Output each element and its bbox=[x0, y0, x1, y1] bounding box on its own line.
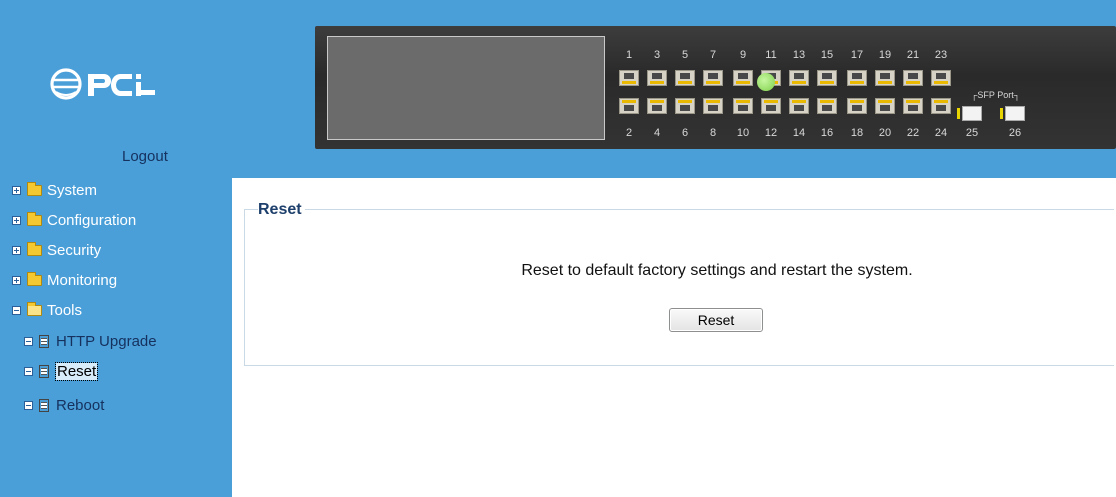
collapse-icon[interactable] bbox=[12, 305, 21, 315]
sidebar-item-label: Configuration bbox=[47, 211, 137, 229]
page-icon bbox=[39, 334, 49, 348]
panel-display-window bbox=[327, 36, 605, 140]
port-number: 4 bbox=[653, 127, 661, 139]
sfp-led bbox=[1000, 108, 1003, 119]
sidebar-item-reset[interactable]: Reset bbox=[24, 361, 99, 381]
port-number: 21 bbox=[906, 49, 920, 61]
expand-icon[interactable] bbox=[12, 185, 21, 195]
section-title: Reset bbox=[258, 201, 305, 219]
port-number: 24 bbox=[934, 127, 948, 139]
port-number: 12 bbox=[764, 127, 778, 139]
sfp-port-number: 26 bbox=[1008, 127, 1022, 139]
ethernet-port-24[interactable] bbox=[931, 98, 951, 114]
logout-link[interactable]: Logout bbox=[122, 148, 168, 165]
ethernet-port-10[interactable] bbox=[733, 98, 753, 114]
port-number: 7 bbox=[709, 49, 717, 61]
sfp-port-26[interactable] bbox=[1005, 106, 1025, 121]
sidebar-item-monitoring[interactable]: Monitoring bbox=[12, 270, 117, 290]
sidebar-item-tools[interactable]: Tools bbox=[12, 300, 82, 320]
ethernet-port-16[interactable] bbox=[817, 98, 837, 114]
sidebar-item-label: Security bbox=[47, 241, 102, 259]
ethernet-port-6[interactable] bbox=[675, 98, 695, 114]
switch-front-panel: 1 2 3 4 5 6 7 8 9 10 11 12 13 14 15 16 17 18 19 20 21 22 23 24 … bbox=[315, 26, 1116, 149]
collapse-icon bbox=[24, 400, 33, 410]
ethernet-port-23[interactable] bbox=[931, 70, 951, 86]
ethernet-port-17[interactable] bbox=[847, 70, 867, 86]
port-number: 15 bbox=[820, 49, 834, 61]
port-number: 19 bbox=[878, 49, 892, 61]
pci-logo bbox=[50, 68, 155, 100]
sidebar-nav: System Configuration Security Monitoring… bbox=[0, 178, 232, 497]
folder-icon bbox=[27, 271, 42, 286]
sidebar-item-label: Tools bbox=[47, 301, 83, 319]
expand-icon[interactable] bbox=[12, 245, 21, 255]
ethernet-port-19[interactable] bbox=[875, 70, 895, 86]
port-number: 14 bbox=[792, 127, 806, 139]
reset-description: Reset to default factory settings and re… bbox=[521, 262, 913, 279]
ethernet-port-1[interactable] bbox=[619, 70, 639, 86]
page-icon bbox=[39, 364, 49, 378]
collapse-icon bbox=[24, 366, 33, 376]
page-icon bbox=[39, 398, 49, 412]
sidebar-item-label: Monitoring bbox=[47, 271, 118, 289]
sidebar-item-system[interactable]: System bbox=[12, 180, 97, 200]
sidebar-item-configuration[interactable]: Configuration bbox=[12, 210, 136, 230]
port-number: 22 bbox=[906, 127, 920, 139]
port-number: 5 bbox=[681, 49, 689, 61]
ethernet-port-3[interactable] bbox=[647, 70, 667, 86]
sidebar-item-http-upgrade[interactable]: HTTP Upgrade bbox=[24, 331, 157, 351]
port-number: 16 bbox=[820, 127, 834, 139]
ethernet-port-4[interactable] bbox=[647, 98, 667, 114]
port-number: 20 bbox=[878, 127, 892, 139]
folder-icon bbox=[27, 181, 42, 196]
main-content: Reset Reset to default factory settings … bbox=[232, 178, 1116, 497]
reset-panel bbox=[244, 209, 1114, 366]
sfp-port-number: 25 bbox=[965, 127, 979, 139]
sidebar-item-reboot[interactable]: Reboot bbox=[24, 395, 104, 415]
open-folder-icon bbox=[27, 301, 42, 316]
folder-icon bbox=[27, 211, 42, 226]
sidebar-item-label: Reboot bbox=[56, 396, 105, 414]
port-number: 18 bbox=[850, 127, 864, 139]
expand-icon[interactable] bbox=[12, 275, 21, 285]
sidebar-item-label: System bbox=[47, 181, 98, 199]
ethernet-port-22[interactable] bbox=[903, 98, 923, 114]
port-number: 1 bbox=[625, 49, 633, 61]
sidebar-item-label: HTTP Upgrade bbox=[56, 332, 157, 350]
ethernet-port-14[interactable] bbox=[789, 98, 809, 114]
ethernet-port-9[interactable] bbox=[733, 70, 753, 86]
expand-icon[interactable] bbox=[12, 215, 21, 225]
port-number: 11 bbox=[765, 49, 777, 61]
ethernet-port-21[interactable] bbox=[903, 70, 923, 86]
ethernet-port-7[interactable] bbox=[703, 70, 723, 86]
port-number: 17 bbox=[850, 49, 864, 61]
top-banner: Logout 1 2 3 4 5 6 7 8 9 10 11 12 13 14 15 16 17 18 19 20 21… bbox=[0, 0, 1116, 178]
port-number: 8 bbox=[709, 127, 717, 139]
ethernet-port-2[interactable] bbox=[619, 98, 639, 114]
port-link-led bbox=[757, 73, 775, 91]
sidebar-item-label: Reset bbox=[54, 361, 99, 381]
folder-icon bbox=[27, 241, 42, 256]
ethernet-port-13[interactable] bbox=[789, 70, 809, 86]
port-number: 23 bbox=[934, 49, 948, 61]
reset-button[interactable]: Reset bbox=[669, 308, 763, 332]
port-number: 3 bbox=[653, 49, 661, 61]
sfp-port-25[interactable] bbox=[962, 106, 982, 121]
collapse-icon bbox=[24, 336, 33, 346]
port-number: 9 bbox=[739, 49, 747, 61]
port-number: 6 bbox=[681, 127, 689, 139]
ethernet-port-12[interactable] bbox=[761, 98, 781, 114]
ethernet-port-20[interactable] bbox=[875, 98, 895, 114]
port-number: 2 bbox=[625, 127, 633, 139]
ethernet-port-8[interactable] bbox=[703, 98, 723, 114]
sfp-led bbox=[957, 108, 960, 119]
port-number: 10 bbox=[736, 127, 750, 139]
sidebar-item-security[interactable]: Security bbox=[12, 240, 101, 260]
sfp-port-label: ┌SFP Port┐ bbox=[971, 90, 1021, 100]
ethernet-port-15[interactable] bbox=[817, 70, 837, 86]
ethernet-port-18[interactable] bbox=[847, 98, 867, 114]
ethernet-port-5[interactable] bbox=[675, 70, 695, 86]
port-number: 13 bbox=[792, 49, 806, 61]
